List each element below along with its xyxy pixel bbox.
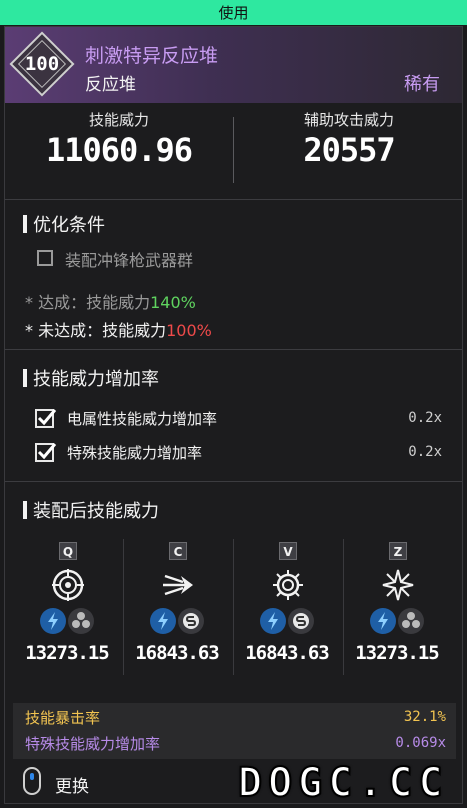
item-header: 100 刺激特异反应堆 反应堆 稀有 bbox=[5, 27, 462, 103]
skill-column-v[interactable]: V 16843.63 bbox=[233, 532, 341, 672]
top-bar[interactable]: 使用 bbox=[0, 0, 467, 25]
key-c: C bbox=[169, 542, 187, 560]
stats-divider bbox=[233, 117, 234, 183]
item-detail-panel: 100 刺激特异反应堆 反应堆 稀有 技能威力 11060.96 辅助攻击威力 … bbox=[4, 26, 463, 804]
crit-value: 32.1% bbox=[403, 709, 446, 725]
divider bbox=[5, 349, 462, 350]
skill-value-v: 16843.63 bbox=[245, 642, 330, 664]
key-q: Q bbox=[59, 542, 77, 560]
boost-label-special: 特殊技能威力增加率 bbox=[67, 444, 203, 462]
not-achieved-value: 100% bbox=[166, 321, 212, 340]
lightning-icon bbox=[370, 608, 396, 634]
skill-power-label: 技能威力 bbox=[88, 111, 149, 129]
s-mark-icon bbox=[178, 608, 204, 634]
condition-label: 装配冲锋枪武器群 bbox=[65, 251, 194, 270]
special-label: 特殊技能威力增加率 bbox=[25, 735, 161, 753]
mouse-icon bbox=[23, 767, 41, 795]
skill-column-z[interactable]: Z 13273.15 bbox=[343, 532, 451, 672]
optimize-section-title: 优化条件 bbox=[23, 211, 105, 237]
assist-power-value: 20557 bbox=[303, 131, 395, 169]
equipped-section-title: 装配后技能威力 bbox=[23, 497, 159, 523]
divider bbox=[5, 481, 462, 482]
starburst-icon bbox=[382, 569, 414, 601]
divider bbox=[5, 199, 462, 200]
key-z: Z bbox=[389, 542, 407, 560]
watermark: DOGC.CC bbox=[237, 759, 449, 807]
special-value: 0.069x bbox=[395, 735, 446, 751]
assist-power-label: 辅助攻击威力 bbox=[303, 111, 394, 129]
boost-section-title: 技能威力增加率 bbox=[23, 365, 159, 391]
s-mark-icon bbox=[288, 608, 314, 634]
item-title: 刺激特异反应堆 bbox=[85, 45, 219, 67]
swap-button[interactable]: 更换 bbox=[55, 772, 89, 797]
not-achieved-line: * 未达成：技能威力100% bbox=[25, 321, 212, 340]
sun-gear-icon bbox=[273, 570, 303, 600]
key-v: V bbox=[279, 542, 297, 560]
lightning-icon bbox=[260, 608, 286, 634]
item-type: 反应堆 bbox=[85, 75, 136, 95]
rarity-label: 稀有 bbox=[404, 74, 440, 95]
lightning-icon bbox=[150, 608, 176, 634]
condition-checkbox[interactable] bbox=[37, 250, 53, 266]
level-value: 100 bbox=[24, 53, 60, 75]
fan-icon bbox=[398, 608, 424, 634]
skill-column-q[interactable]: Q 13273.15 bbox=[13, 532, 121, 672]
lightning-icon bbox=[40, 608, 66, 634]
boost-checkbox-electric[interactable] bbox=[35, 407, 57, 428]
boost-value-electric: 0.2x bbox=[408, 410, 442, 426]
boost-value-special: 0.2x bbox=[408, 444, 442, 460]
bottom-stats: 技能暴击率 32.1% 特殊技能威力增加率 0.069x bbox=[13, 703, 456, 759]
achieved-line: * 达成：技能威力140% bbox=[25, 293, 196, 312]
dash-burst-icon bbox=[163, 574, 193, 596]
boost-label-electric: 电属性技能威力增加率 bbox=[67, 410, 218, 428]
crit-label: 技能暴击率 bbox=[25, 709, 101, 727]
skill-value-q: 13273.15 bbox=[25, 642, 110, 664]
skill-value-z: 13273.15 bbox=[355, 642, 440, 664]
boost-checkbox-special[interactable] bbox=[35, 441, 57, 462]
fan-icon bbox=[68, 608, 94, 634]
use-label: 使用 bbox=[218, 4, 249, 22]
skill-power-value: 11060.96 bbox=[45, 131, 193, 169]
skill-column-c[interactable]: C 16843.63 bbox=[123, 532, 231, 672]
achieved-value: 140% bbox=[150, 293, 196, 312]
target-crosshair-icon bbox=[52, 569, 84, 601]
skill-value-c: 16843.63 bbox=[135, 642, 220, 664]
